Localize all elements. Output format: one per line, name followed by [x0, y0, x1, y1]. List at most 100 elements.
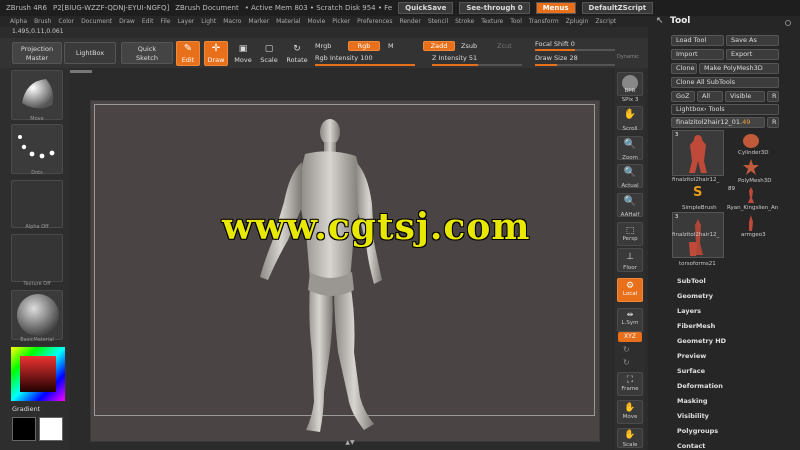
section-subtool[interactable]: SubTool — [677, 277, 706, 285]
menus-button[interactable]: Menus — [535, 2, 576, 14]
menu-stencil[interactable]: Stencil — [428, 18, 448, 25]
draw-size-slider[interactable] — [535, 64, 615, 66]
menu-alpha[interactable]: Alpha — [10, 18, 27, 25]
rotation-z-icon[interactable]: ↻ — [623, 358, 630, 367]
lightbox-button[interactable]: LightBox — [64, 42, 116, 64]
scale-button[interactable]: ▢ Scale — [258, 41, 280, 66]
menu-zplugin[interactable]: Zplugin — [566, 18, 589, 25]
lightbox-tools-button[interactable]: Lightbox› Tools — [671, 104, 779, 115]
menu-material[interactable]: Material — [276, 18, 300, 25]
make-polymesh-button[interactable]: Make PolyMesh3D — [699, 63, 779, 74]
import-button[interactable]: Import — [671, 49, 724, 60]
menu-tool[interactable]: Tool — [510, 18, 522, 25]
menu-brush[interactable]: Brush — [34, 18, 51, 25]
menu-picker[interactable]: Picker — [332, 18, 350, 25]
xyz-button[interactable]: XYZ — [618, 332, 642, 342]
section-geometry-hd[interactable]: Geometry HD — [677, 337, 726, 345]
stroke-thumbnail[interactable] — [11, 124, 63, 174]
menu-document[interactable]: Document — [81, 18, 112, 25]
brush-thumbnail[interactable] — [11, 70, 63, 120]
move-view-button[interactable]: ✋ — [617, 400, 643, 424]
color-picker[interactable] — [10, 346, 66, 402]
projection-master-button[interactable]: Projection Master — [12, 42, 62, 64]
m-toggle[interactable]: M — [388, 42, 394, 50]
menu-zscript[interactable]: Zscript — [595, 18, 616, 25]
default-zscript-button[interactable]: DefaultZScript — [581, 2, 654, 14]
panel-close-icon[interactable] — [785, 20, 791, 26]
tool-thumb-torso[interactable] — [686, 240, 700, 262]
draw-button[interactable]: ✛ Draw — [204, 41, 228, 66]
menu-edit[interactable]: Edit — [142, 18, 154, 25]
visible-button[interactable]: Visible — [725, 91, 765, 102]
save-as-button[interactable]: Save As — [726, 35, 779, 46]
dynamic-toggle[interactable]: Dynamic — [617, 54, 639, 60]
quick-sketch-button[interactable]: Quick Sketch — [121, 42, 173, 64]
edit-button[interactable]: ✎ Edit — [176, 41, 200, 66]
clone-button[interactable]: Clone — [671, 63, 697, 74]
current-tool-r-button[interactable]: R — [767, 117, 779, 128]
menu-layer[interactable]: Layer — [178, 18, 195, 25]
spix-slider[interactable]: SPix 3 — [612, 97, 648, 103]
section-masking[interactable]: Masking — [677, 397, 708, 405]
tool-thumb-polymesh[interactable] — [742, 158, 760, 180]
menu-transform[interactable]: Transform — [529, 18, 559, 25]
human-figure-model[interactable] — [250, 112, 400, 442]
menu-texture[interactable]: Texture — [481, 18, 503, 25]
draw-size-label[interactable]: Draw Size 28 — [535, 54, 578, 62]
rgb-intensity-label[interactable]: Rgb Intensity 100 — [315, 54, 373, 62]
goz-r-button[interactable]: R — [767, 91, 779, 102]
see-through-slider[interactable]: See-through 0 — [459, 2, 530, 14]
simplebrush-icon[interactable]: S — [693, 185, 702, 200]
clone-all-subtools-button[interactable]: Clone All SubTools — [671, 77, 779, 88]
secondary-color-swatch[interactable] — [12, 417, 36, 441]
menu-macro[interactable]: Macro — [223, 18, 241, 25]
rotation-y-icon[interactable]: ↻ — [623, 345, 630, 354]
move-button[interactable]: ▣ Move — [232, 41, 254, 66]
menu-draw[interactable]: Draw — [119, 18, 135, 25]
section-polygroups[interactable]: Polygroups — [677, 427, 718, 435]
rgb-toggle[interactable]: Rgb — [348, 41, 380, 51]
menu-color[interactable]: Color — [58, 18, 74, 25]
section-surface[interactable]: Surface — [677, 367, 705, 375]
menu-marker[interactable]: Marker — [248, 18, 269, 25]
shelf-handle[interactable] — [70, 70, 92, 73]
zadd-toggle[interactable]: Zadd — [423, 41, 455, 51]
mrgb-toggle[interactable]: Mrgb — [315, 42, 331, 50]
main-color-swatch[interactable] — [39, 417, 63, 441]
z-intensity-label[interactable]: Z Intensity 51 — [432, 54, 477, 62]
zsub-toggle[interactable]: Zsub — [461, 42, 477, 50]
current-tool-slider[interactable]: finalzitol2hair12_01.49 — [671, 117, 765, 128]
material-thumbnail[interactable] — [11, 290, 63, 340]
load-tool-button[interactable]: Load Tool — [671, 35, 724, 46]
rgb-intensity-slider[interactable] — [315, 64, 415, 66]
menu-file[interactable]: File — [160, 18, 170, 25]
menu-render[interactable]: Render — [399, 18, 420, 25]
focal-shift-label[interactable]: Focal Shift 0 — [535, 40, 575, 48]
menu-preferences[interactable]: Preferences — [357, 18, 392, 25]
menu-movie[interactable]: Movie — [308, 18, 326, 25]
section-geometry[interactable]: Geometry — [677, 292, 713, 300]
section-fibermesh[interactable]: FiberMesh — [677, 322, 715, 330]
focal-shift-slider[interactable] — [535, 49, 615, 51]
section-visibility[interactable]: Visibility — [677, 412, 709, 420]
menu-stroke[interactable]: Stroke — [455, 18, 474, 25]
goz-button[interactable]: GoZ — [671, 91, 695, 102]
local-button[interactable]: ⚙ — [617, 278, 643, 302]
quicksave-button[interactable]: QuickSave — [398, 2, 454, 14]
tool-thumb-finalzitol[interactable]: 3 — [672, 130, 724, 176]
persp-button[interactable]: ⬚ — [617, 222, 643, 246]
rotate-button[interactable]: ↻ Rotate — [285, 41, 309, 66]
export-button[interactable]: Export — [726, 49, 779, 60]
tool-panel-pin-icon[interactable]: ↖ — [656, 16, 664, 26]
section-layers[interactable]: Layers — [677, 307, 701, 315]
section-contact[interactable]: Contact — [677, 442, 705, 450]
all-button[interactable]: All — [697, 91, 723, 102]
z-intensity-slider[interactable] — [432, 64, 522, 66]
frame-button[interactable]: ⛶ — [617, 372, 643, 396]
alpha-thumbnail[interactable] — [11, 180, 63, 228]
section-deformation[interactable]: Deformation — [677, 382, 723, 390]
section-preview[interactable]: Preview — [677, 352, 706, 360]
menu-light[interactable]: Light — [201, 18, 216, 25]
texture-thumbnail[interactable] — [11, 234, 63, 282]
zcut-toggle[interactable]: Zcut — [497, 42, 512, 50]
